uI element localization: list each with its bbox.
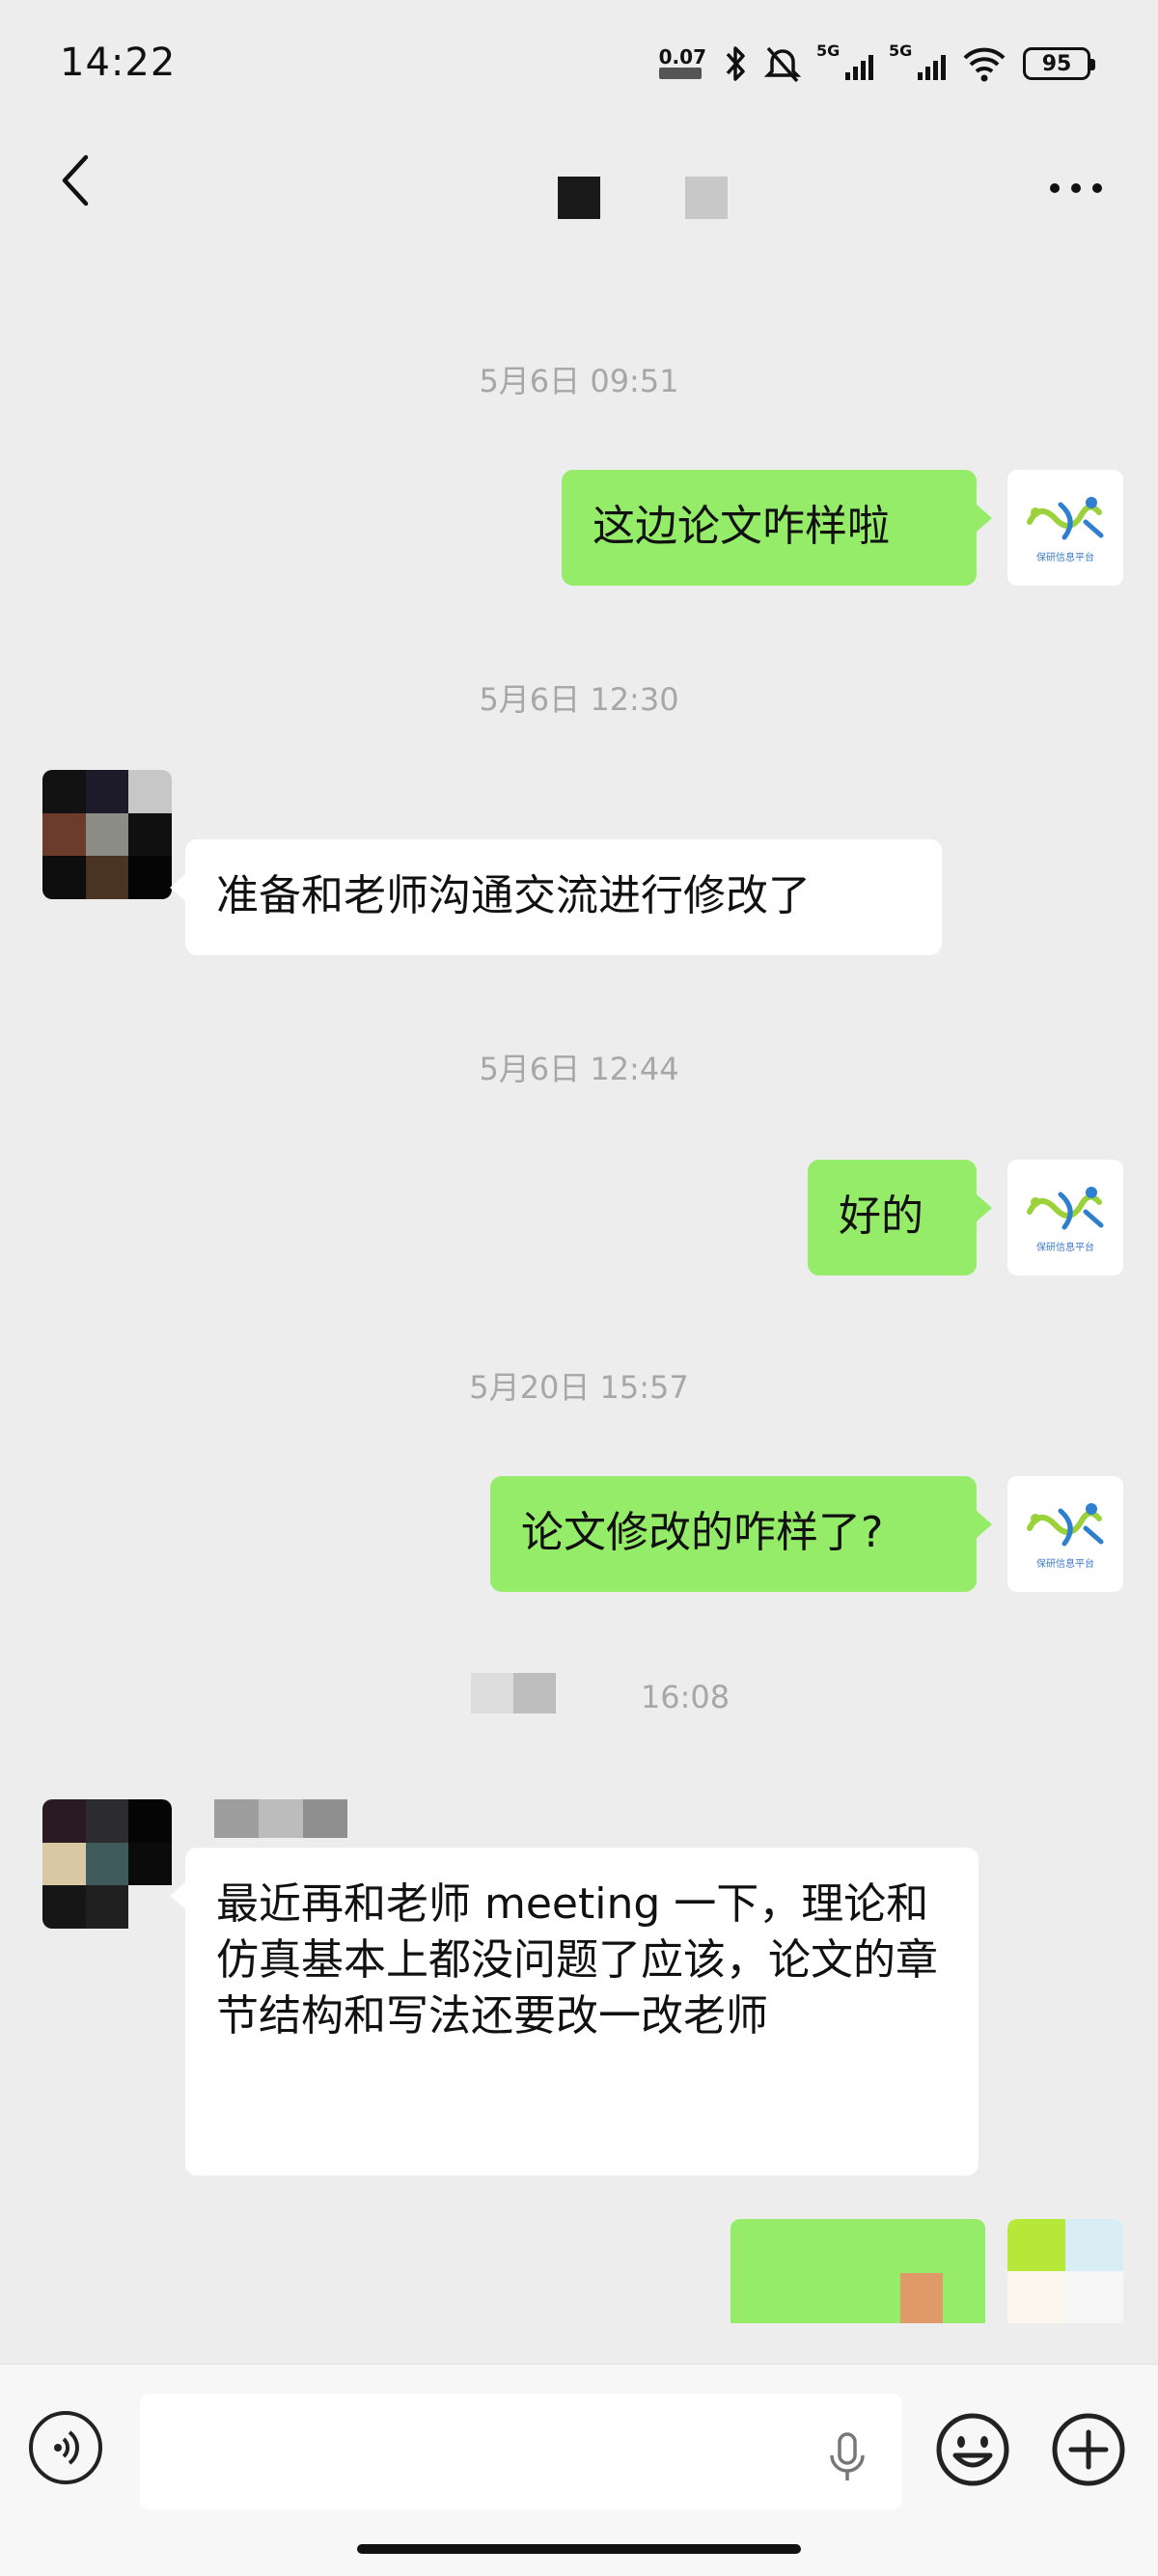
mute-bell-icon <box>764 46 801 83</box>
contact-avatar[interactable] <box>42 770 172 899</box>
self-avatar-partial[interactable] <box>1007 2219 1123 2323</box>
network-speed-unit-icon <box>658 68 702 79</box>
redacted-block <box>685 177 728 219</box>
wifi-icon <box>963 47 1006 82</box>
avatar-caption: 保研信息平台 <box>1036 1242 1094 1253</box>
signal-2-label: 5G <box>889 41 913 60</box>
voice-mode-button[interactable] <box>29 2411 102 2484</box>
chat-message-list[interactable]: 5月6日 09:51 这边论文咋样啦 保研信息平台 5月6日 12:30 准备和… <box>0 246 1158 2369</box>
more-dots-icon <box>1050 183 1102 193</box>
research-platform-logo-icon <box>1027 1186 1104 1229</box>
emoji-icon <box>936 2413 1009 2486</box>
redacted-sender-name <box>214 1799 347 1838</box>
more-options-button[interactable] <box>1042 159 1110 217</box>
outgoing-image-partial[interactable] <box>731 2219 985 2323</box>
network-speed: 0.07 <box>658 45 706 79</box>
self-avatar[interactable]: 保研信息平台 <box>1007 1160 1123 1275</box>
chat-header <box>0 130 1158 246</box>
message-text: 这边论文咋样啦 <box>593 502 890 551</box>
signal-1-label: 5G <box>816 41 841 60</box>
message-text: 最近再和老师 meeting 一下，理论和仿真基本上都没问题了应该，论文的章节结… <box>216 1879 938 2041</box>
back-button[interactable] <box>46 151 104 209</box>
battery-indicator: 95 <box>1023 47 1095 80</box>
chevron-left-icon <box>62 154 89 206</box>
message-text: 好的 <box>839 1192 924 1241</box>
self-avatar[interactable]: 保研信息平台 <box>1007 470 1123 586</box>
contact-avatar[interactable] <box>42 1799 172 1929</box>
message-text: 准备和老师沟通交流进行修改了 <box>216 871 811 920</box>
status-time: 14:22 <box>60 41 177 85</box>
outgoing-message[interactable]: 好的 <box>808 1160 992 1275</box>
emoji-button[interactable] <box>934 2411 1011 2488</box>
message-text-input[interactable] <box>140 2394 902 2509</box>
image-fragment <box>900 2273 943 2323</box>
home-indicator[interactable] <box>357 2544 801 2554</box>
microphone-button[interactable] <box>825 2430 869 2484</box>
message-timestamp: 16:08 <box>640 1679 731 1715</box>
message-text: 论文修改的咋样了? <box>521 1508 884 1557</box>
outgoing-message[interactable]: 这边论文咋样啦 <box>562 470 992 586</box>
incoming-message[interactable]: 最近再和老师 meeting 一下，理论和仿真基本上都没问题了应该，论文的章节结… <box>170 1848 979 2176</box>
research-platform-logo-icon <box>1027 496 1104 539</box>
signal-2-icon: 5G <box>889 41 946 80</box>
avatar-caption: 保研信息平台 <box>1036 552 1094 563</box>
redacted-block <box>558 177 600 219</box>
status-bar: 14:22 0.07 5G 5G 95 <box>0 0 1158 130</box>
self-avatar[interactable]: 保研信息平台 <box>1007 1476 1123 1592</box>
message-timestamp: 5月6日 12:44 <box>479 1051 679 1087</box>
more-functions-button[interactable] <box>1050 2411 1127 2488</box>
message-timestamp: 5月6日 09:51 <box>479 363 679 399</box>
status-icons: 0.07 5G 5G 95 <box>658 39 1095 89</box>
outgoing-message[interactable]: 论文修改的咋样了? <box>490 1476 992 1592</box>
message-timestamp: 5月20日 15:57 <box>469 1369 689 1406</box>
battery-level: 95 <box>1041 51 1072 76</box>
bluetooth-icon <box>726 46 745 81</box>
plus-icon <box>1052 2413 1125 2486</box>
signal-1-icon: 5G <box>816 41 873 80</box>
microphone-icon <box>830 2432 865 2480</box>
incoming-message[interactable]: 准备和老师沟通交流进行修改了 <box>170 839 942 955</box>
message-timestamp: 5月6日 12:30 <box>479 681 679 718</box>
avatar-caption: 保研信息平台 <box>1036 1558 1094 1570</box>
voice-icon <box>54 2430 79 2465</box>
chat-title-redacted <box>502 159 753 227</box>
research-platform-logo-icon <box>1027 1502 1104 1546</box>
network-speed-value: 0.07 <box>658 45 706 69</box>
